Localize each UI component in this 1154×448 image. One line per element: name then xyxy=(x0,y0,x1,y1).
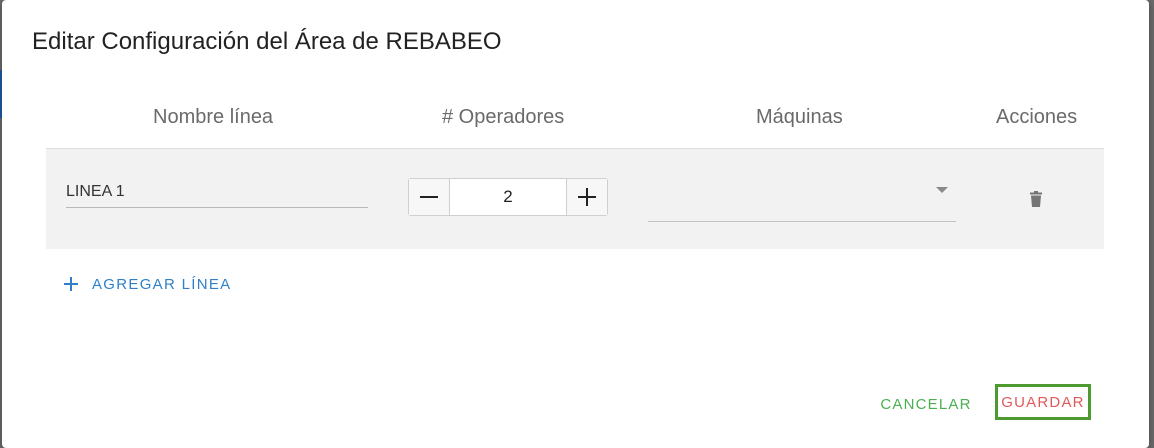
cancel-button[interactable]: CANCELAR xyxy=(872,386,980,422)
table-row: LINEA 1 2 xyxy=(46,148,1104,249)
trash-icon xyxy=(1030,191,1042,207)
add-line-label: AGREGAR LÍNEA xyxy=(92,275,232,293)
table-header: Nombre línea # Operadores Máquinas Accio… xyxy=(46,100,1104,148)
chevron-down-icon xyxy=(936,187,948,193)
plus-icon xyxy=(578,188,596,206)
header-line-name: Nombre línea xyxy=(153,106,274,128)
increment-button[interactable] xyxy=(566,179,607,215)
minus-icon xyxy=(420,196,438,198)
line-name-input[interactable]: LINEA 1 xyxy=(66,177,368,208)
plus-icon xyxy=(64,277,78,291)
edit-area-dialog: Editar Configuración del Área de REBABEO… xyxy=(2,0,1149,448)
line-name-value: LINEA 1 xyxy=(66,183,125,200)
machines-select[interactable] xyxy=(648,177,956,222)
operators-stepper: 2 xyxy=(408,178,608,216)
dialog-title: Editar Configuración del Área de REBABEO xyxy=(32,28,502,55)
save-button[interactable]: GUARDAR xyxy=(995,384,1091,420)
delete-line-button[interactable] xyxy=(1024,187,1048,211)
header-operators: # Operadores xyxy=(442,106,565,128)
header-machines: Máquinas xyxy=(756,106,843,128)
operators-value[interactable]: 2 xyxy=(450,179,566,215)
add-line-button[interactable]: AGREGAR LÍNEA xyxy=(64,272,231,296)
decrement-button[interactable] xyxy=(409,179,450,215)
header-actions: Acciones xyxy=(996,106,1078,128)
